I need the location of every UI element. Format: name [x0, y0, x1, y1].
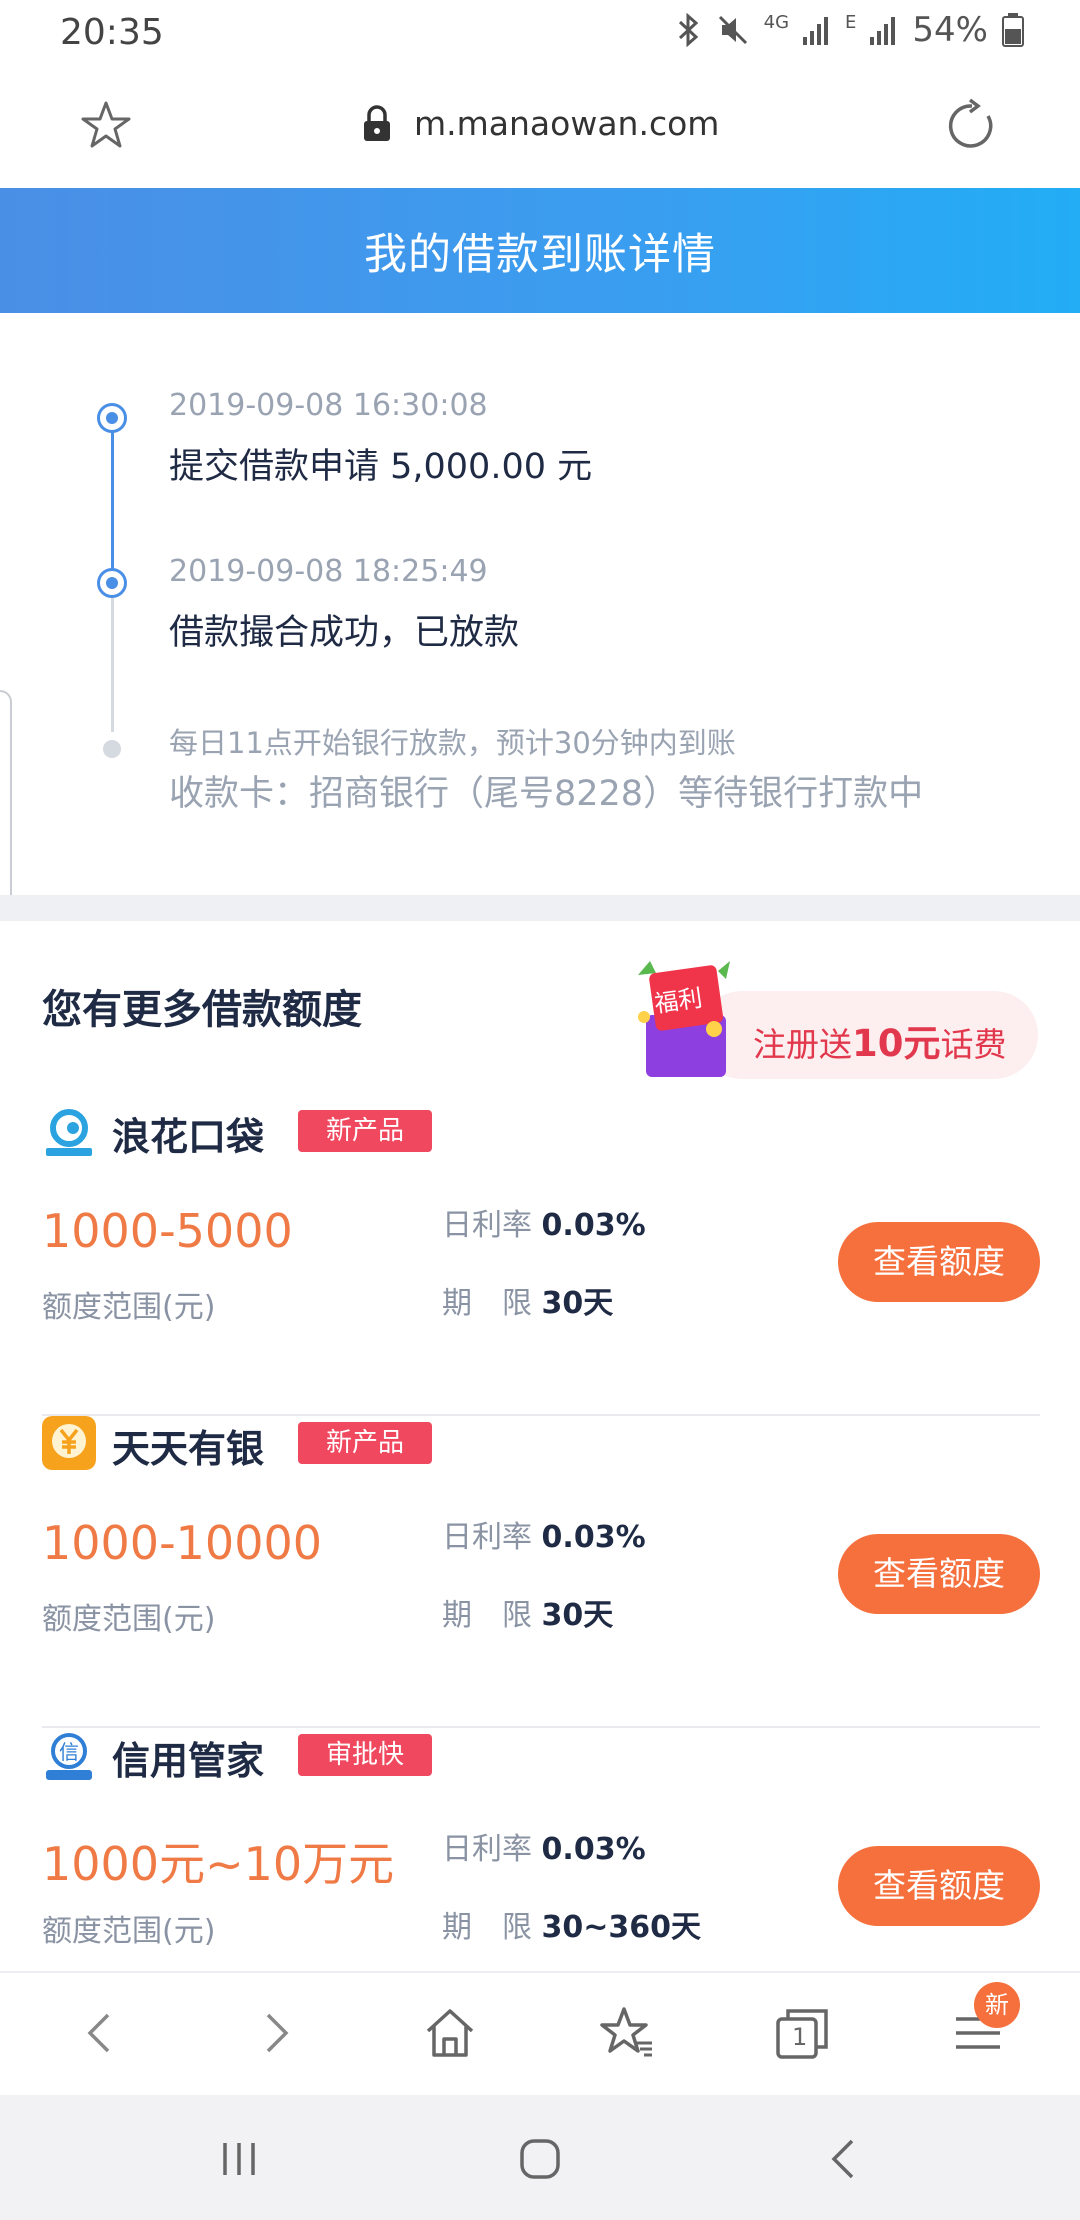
svg-text:信: 信	[59, 1740, 79, 1764]
product-term: 期 限 30天	[442, 1598, 614, 1633]
promo-banner[interactable]: 福利 注册送10元话费	[608, 939, 1040, 1089]
network-4g-label: 4G	[763, 11, 790, 33]
promo-bag-label: 福利	[652, 983, 705, 1019]
reload-icon[interactable]	[944, 98, 1000, 154]
timeline-desc: 提交借款申请 5,000.00 元	[169, 447, 593, 487]
home-icon[interactable]	[420, 2003, 480, 2063]
product-tag: 审批快	[298, 1734, 433, 1776]
timeline-time: 2019-09-08 18:25:49	[169, 554, 488, 589]
section-title: 您有更多借款额度	[42, 987, 362, 1033]
timeline-dot-pending	[103, 740, 121, 758]
battery-percent: 54%	[912, 10, 988, 50]
bookmarks-icon[interactable]	[596, 2003, 656, 2063]
page-title: 我的借款到账详情	[364, 229, 716, 280]
recent-apps-icon[interactable]	[215, 2135, 263, 2183]
network-e-label: E	[845, 11, 857, 33]
timeline-dot	[97, 568, 127, 598]
product-term: 期 限 30~360天	[442, 1910, 702, 1945]
product-term: 期 限 30天	[442, 1286, 614, 1321]
timeline-pending-note: 每日11点开始银行放款，预计30分钟内到账	[169, 726, 736, 760]
product-rate: 日利率 0.03%	[442, 1832, 646, 1867]
product-rate: 日利率 0.03%	[442, 1208, 646, 1243]
view-limit-button[interactable]: 查看额度	[838, 1222, 1040, 1302]
timeline-line-active	[111, 416, 114, 586]
tabs-count: 1	[792, 2023, 808, 2051]
url-field[interactable]: m.manaowan.com	[362, 104, 719, 143]
new-badge: 新	[974, 1982, 1020, 2028]
browser-url-bar: m.manaowan.com	[0, 70, 1080, 188]
back-icon[interactable]	[70, 2003, 130, 2063]
status-time: 20:35	[60, 12, 164, 53]
battery-icon	[1002, 13, 1024, 47]
signal-icon-2	[870, 17, 896, 45]
timeline-line-pending	[111, 586, 114, 732]
tiantian-logo-icon	[42, 1416, 96, 1470]
status-icons: 4G E 54%	[676, 10, 1024, 50]
timeline-time: 2019-09-08 16:30:08	[169, 388, 488, 423]
more-loans-section: 您有更多借款额度 福利 注册送10元话费 浪花口袋 新产品 1000-5000 …	[0, 921, 1080, 1971]
back-button-icon[interactable]	[820, 2135, 868, 2183]
timeline-desc: 借款撮合成功，已放款	[169, 613, 520, 653]
status-bar: 20:35 4G E 54%	[0, 0, 1080, 70]
mute-icon	[718, 15, 747, 45]
forward-icon[interactable]	[246, 2003, 306, 2063]
loan-timeline: 2019-09-08 16:30:08 提交借款申请 5,000.00 元 20…	[0, 313, 1080, 895]
product-name: 浪花口袋	[112, 1115, 265, 1159]
signal-icon	[803, 17, 829, 45]
product-name: 信用管家	[112, 1739, 265, 1783]
bluetooth-icon	[678, 13, 698, 47]
page-header: 我的借款到账详情	[0, 188, 1080, 313]
star-icon[interactable]	[78, 98, 134, 154]
system-nav-bar	[0, 2095, 1080, 2220]
product-range: 1000-10000	[42, 1516, 322, 1570]
promo-text: 注册送10元话费	[753, 1022, 1007, 1065]
gift-bag-icon	[638, 961, 730, 1077]
product-name: 天天有银	[112, 1427, 265, 1471]
product-range-label: 额度范围(元)	[42, 1602, 216, 1637]
section-divider	[0, 895, 1080, 921]
langhua-logo-icon	[42, 1104, 96, 1158]
product-card[interactable]: 信 信用管家 审批快 1000元~10万元 额度范围(元) 日利率 0.03% …	[0, 1728, 1080, 1971]
product-tag: 新产品	[298, 1422, 433, 1464]
timeline-pending-card: 收款卡：招商银行（尾号8228）等待银行打款中	[169, 774, 924, 814]
product-card[interactable]: 浪花口袋 新产品 1000-5000 额度范围(元) 日利率 0.03% 期 限…	[0, 1104, 1080, 1416]
view-limit-button[interactable]: 查看额度	[838, 1534, 1040, 1614]
product-range: 1000元~10万元	[42, 1837, 395, 1891]
xinyong-logo-icon: 信	[42, 1728, 96, 1782]
timeline-dot	[97, 403, 127, 433]
product-rate: 日利率 0.03%	[442, 1520, 646, 1555]
product-range: 1000-5000	[42, 1204, 293, 1258]
browser-toolbar: 1	[0, 1971, 1080, 2095]
product-range-label: 额度范围(元)	[42, 1914, 216, 1949]
product-card[interactable]: 天天有银 新产品 1000-10000 额度范围(元) 日利率 0.03% 期 …	[0, 1416, 1080, 1728]
product-tag: 新产品	[298, 1110, 433, 1152]
home-button-icon[interactable]	[516, 2135, 564, 2183]
view-limit-button[interactable]: 查看额度	[838, 1846, 1040, 1926]
lock-icon	[364, 104, 390, 141]
product-range-label: 额度范围(元)	[42, 1290, 216, 1325]
url-text: m.manaowan.com	[414, 104, 720, 143]
